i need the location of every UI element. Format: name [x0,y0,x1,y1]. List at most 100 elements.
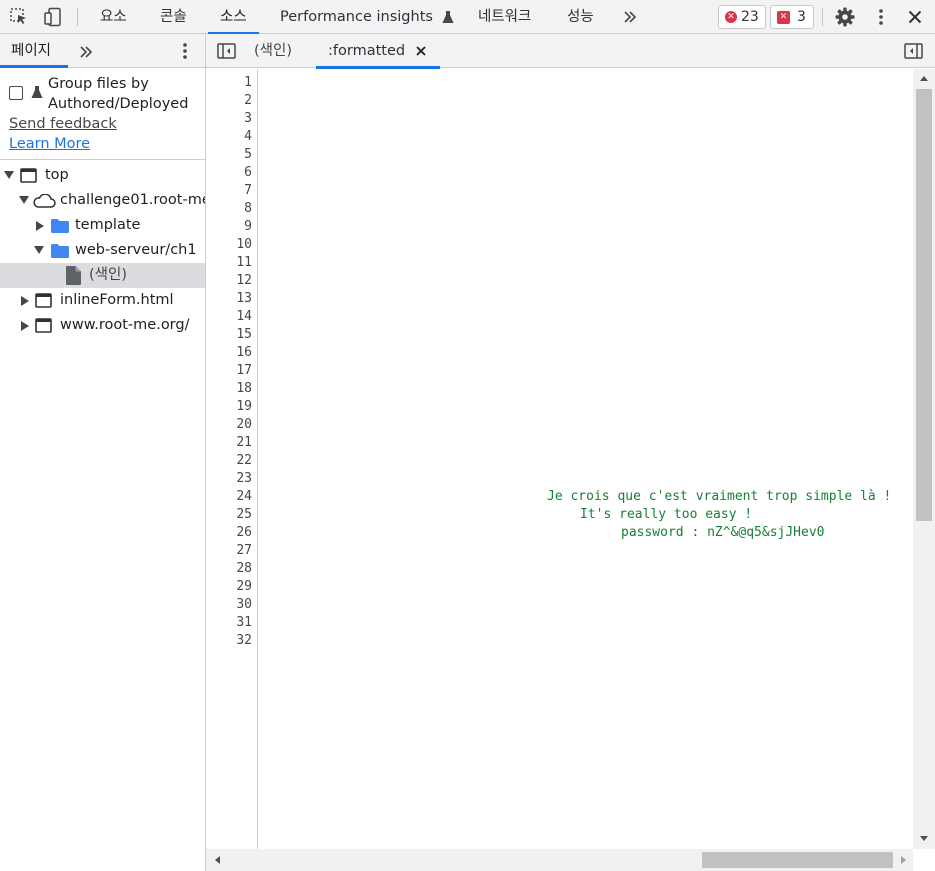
line-number[interactable]: 29 [236,578,252,596]
line-number[interactable]: 22 [236,452,252,470]
editor-tab-label: :formatted [328,43,406,59]
tab-performance-insights[interactable]: Performance insights [280,0,454,34]
vertical-scrollbar[interactable] [913,69,935,849]
tree-item-label: (색인) [89,267,127,283]
line-number[interactable]: 17 [236,362,252,380]
horizontal-scroll-thumb[interactable] [702,852,893,868]
line-number[interactable]: 25 [236,506,252,524]
more-navigator-tabs-icon[interactable] [79,45,93,59]
line-number[interactable]: 19 [236,398,252,416]
line-number[interactable]: 6 [244,164,252,182]
vertical-scroll-thumb[interactable] [916,89,932,521]
line-number[interactable]: 8 [244,200,252,218]
line-number[interactable]: 30 [236,596,252,614]
folder-icon [51,219,69,233]
group-files-label: Group files by Authored/Deployed [48,74,188,114]
expanded-arrow-icon [34,246,44,254]
line-number[interactable]: 20 [236,416,252,434]
tree-item-index-file[interactable]: (색인) [0,263,205,288]
line-number[interactable]: 7 [244,182,252,200]
horizontal-scrollbar[interactable] [206,849,913,871]
line-number[interactable]: 2 [244,92,252,110]
code-line-26: password : nZ^&@q5&sjJHev0 [621,525,825,540]
devtools-toolbar: 요소 콘솔 소스 Performance insights 네트워크 성능 ✕ … [0,0,935,35]
editor-tab-formatted[interactable]: :formatted [316,34,440,69]
line-number[interactable]: 4 [244,128,252,146]
issues-count: 3 [797,9,806,25]
device-toolbar-icon[interactable] [42,6,64,28]
navigator-menu-icon[interactable] [182,42,188,60]
line-number[interactable]: 32 [236,632,252,650]
close-tab-icon[interactable] [416,46,426,56]
folder-icon [51,244,69,258]
tab-sources[interactable]: 소스 [208,0,259,35]
more-options-icon[interactable] [870,6,892,28]
line-number[interactable]: 13 [236,290,252,308]
tab-page[interactable]: 페이지 [11,34,51,68]
close-devtools-icon[interactable] [904,6,926,28]
tab-performance[interactable]: 성능 [567,0,594,34]
line-number[interactable]: 10 [236,236,252,254]
tab-elements[interactable]: 요소 [100,0,127,34]
editor-tab-bar: (색인) :formatted [206,34,935,69]
toggle-navigator-icon[interactable] [217,43,236,59]
line-number[interactable]: 16 [236,344,252,362]
tab-network[interactable]: 네트워크 [478,0,531,34]
tree-item-domain[interactable]: challenge01.root-me.org [0,188,205,213]
line-number[interactable]: 1 [244,74,252,92]
collapsed-arrow-icon [21,296,29,306]
line-number[interactable]: 9 [244,218,252,236]
line-number[interactable]: 14 [236,308,252,326]
line-number[interactable]: 21 [236,434,252,452]
tree-item-folder-ch1[interactable]: web-serveur/ch1 [0,238,205,263]
line-number[interactable]: 28 [236,560,252,578]
inspect-element-icon[interactable] [8,6,30,28]
settings-gear-icon[interactable] [834,6,856,28]
scroll-up-arrow-icon[interactable] [919,75,929,82]
line-number[interactable]: 15 [236,326,252,344]
line-number[interactable]: 11 [236,254,252,272]
tab-page-underline [0,65,68,68]
learn-more-link[interactable]: Learn More [9,134,90,154]
line-number[interactable]: 5 [244,146,252,164]
send-feedback-link[interactable]: Send feedback [9,114,117,134]
line-number[interactable]: 12 [236,272,252,290]
editor-tab-index[interactable]: (색인) [254,34,292,68]
tree-item-label: inlineForm.html [60,292,174,308]
issues-badge[interactable]: ✕ 3 [770,5,814,29]
expanded-arrow-icon [19,196,29,204]
line-number[interactable]: 3 [244,110,252,128]
tree-item-top[interactable]: top [0,163,205,188]
tree-item-folder-template[interactable]: template [0,213,205,238]
line-number[interactable]: 23 [236,470,252,488]
errors-count: 23 [741,9,759,25]
line-number[interactable]: 27 [236,542,252,560]
source-editor: (색인) :formatted 1 2 3 4 5 6 7 8 9 10 11 12 13 14 15 16 1… [206,34,935,871]
scroll-down-arrow-icon[interactable] [919,835,929,842]
errors-badge[interactable]: ✕ 23 [718,5,766,29]
toggle-debugger-icon[interactable] [904,43,923,59]
line-number-gutter: 1 2 3 4 5 6 7 8 9 10 11 12 13 14 15 16 17 18 19 20 21 22 23 24 2… [206,69,258,849]
group-files-checkbox[interactable] [9,86,23,100]
navigator-header: 페이지 [0,34,205,68]
divider [0,159,205,160]
tree-item-label: template [75,217,141,233]
collapsed-arrow-icon [36,221,44,231]
navigator-panel: 페이지 Group files by Authored/Deployed Sen… [0,34,206,871]
scroll-left-arrow-icon[interactable] [214,855,221,865]
line-number[interactable]: 31 [236,614,252,632]
toolbar-divider [77,8,78,26]
line-number[interactable]: 18 [236,380,252,398]
tab-console[interactable]: 콘솔 [160,0,187,34]
frame-window-icon [35,318,52,333]
tree-item-rootme[interactable]: www.root-me.org/ [0,313,205,338]
tree-item-label: www.root-me.org/ [60,317,190,333]
code-line-24: Je crois que c'est vraiment trop simple … [547,489,892,504]
line-number[interactable]: 24 [236,488,252,506]
tree-item-inlineform[interactable]: inlineForm.html [0,288,205,313]
line-number[interactable]: 26 [236,524,252,542]
experiment-flask-icon [442,10,454,24]
more-tabs-chevron-icon[interactable] [619,6,641,28]
scroll-right-arrow-icon[interactable] [900,855,907,865]
error-icon: ✕ [725,11,737,23]
